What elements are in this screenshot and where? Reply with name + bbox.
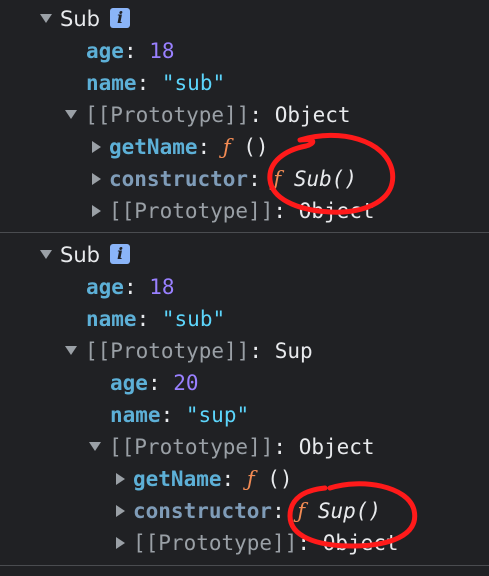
- object-row[interactable]: Sub i: [40, 3, 130, 35]
- property-key: name: [110, 403, 161, 427]
- expand-arrow-icon[interactable]: [89, 442, 101, 451]
- prototype-row[interactable]: [[Prototype]]: Object: [92, 195, 375, 227]
- property-key: name: [86, 71, 137, 95]
- property-value: Sup: [274, 339, 313, 363]
- property-row: name: "sup": [110, 403, 250, 427]
- collapse-arrow-icon[interactable]: [116, 537, 125, 549]
- object-name: Sub: [60, 7, 100, 31]
- collapse-arrow-icon[interactable]: [116, 473, 125, 485]
- collapse-arrow-icon[interactable]: [116, 505, 125, 517]
- property-key: [[Prototype]]: [85, 103, 250, 127]
- property-value: Object: [322, 531, 399, 555]
- constructor-row[interactable]: constructor: ƒ Sup(): [116, 495, 381, 527]
- property-value: (): [267, 467, 293, 491]
- property-row: name: "sub": [86, 71, 226, 95]
- property-key: [[Prototype]]: [109, 435, 274, 459]
- expand-arrow-icon[interactable]: [40, 14, 52, 23]
- property-value: 18: [149, 39, 175, 63]
- property-value: "sub": [161, 71, 226, 95]
- property-value: (): [243, 135, 269, 159]
- property-value: 18: [149, 275, 175, 299]
- property-key: [[Prototype]]: [109, 199, 274, 223]
- property-value: Sub(): [293, 167, 358, 191]
- prototype-row[interactable]: [[Prototype]]: Object: [89, 431, 375, 463]
- function-icon: ƒ: [222, 135, 231, 159]
- prototype-row[interactable]: [[Prototype]]: Object: [65, 99, 351, 131]
- function-icon: ƒ: [297, 499, 306, 523]
- prototype-row[interactable]: [[Prototype]]: Object: [116, 527, 399, 559]
- property-value: 20: [173, 371, 199, 395]
- constructor-row[interactable]: constructor: ƒ Sub(): [92, 163, 357, 195]
- expand-arrow-icon[interactable]: [65, 110, 77, 119]
- property-key: getName: [109, 135, 198, 159]
- property-value: Object: [298, 435, 375, 459]
- function-icon: ƒ: [273, 167, 282, 191]
- method-row[interactable]: getName: ƒ (): [92, 131, 269, 163]
- collapse-arrow-icon[interactable]: [92, 205, 101, 217]
- property-key: [[Prototype]]: [85, 339, 250, 363]
- property-key: constructor: [109, 167, 249, 191]
- property-key: getName: [133, 467, 222, 491]
- property-key: name: [86, 307, 137, 331]
- info-icon[interactable]: i: [109, 8, 130, 28]
- property-key: age: [86, 39, 124, 63]
- object-row[interactable]: Sub i: [40, 239, 130, 271]
- property-value: Object: [274, 103, 351, 127]
- console-panel: Sub i age: 18 name: "sub" [[Prototype]]: …: [0, 0, 489, 576]
- prototype-row[interactable]: [[Prototype]]: Sup: [65, 335, 313, 367]
- property-row: name: "sub": [86, 307, 226, 331]
- property-key: age: [86, 275, 124, 299]
- method-row[interactable]: getName: ƒ (): [116, 463, 293, 495]
- property-key: age: [110, 371, 148, 395]
- property-row: age: 18: [86, 275, 175, 299]
- object-name: Sub: [60, 243, 100, 267]
- divider: [0, 565, 489, 566]
- property-value: Sup(): [317, 499, 382, 523]
- property-row: age: 18: [86, 39, 175, 63]
- property-row: age: 20: [110, 371, 199, 395]
- property-key: constructor: [133, 499, 273, 523]
- divider: [0, 232, 489, 233]
- function-icon: ƒ: [246, 467, 255, 491]
- expand-arrow-icon[interactable]: [65, 346, 77, 355]
- collapse-arrow-icon[interactable]: [92, 173, 101, 185]
- info-icon[interactable]: i: [109, 244, 130, 264]
- property-value: Object: [298, 199, 375, 223]
- property-value: "sub": [161, 307, 226, 331]
- expand-arrow-icon[interactable]: [40, 250, 52, 259]
- property-value: "sup": [185, 403, 250, 427]
- property-key: [[Prototype]]: [133, 531, 298, 555]
- collapse-arrow-icon[interactable]: [92, 141, 101, 153]
